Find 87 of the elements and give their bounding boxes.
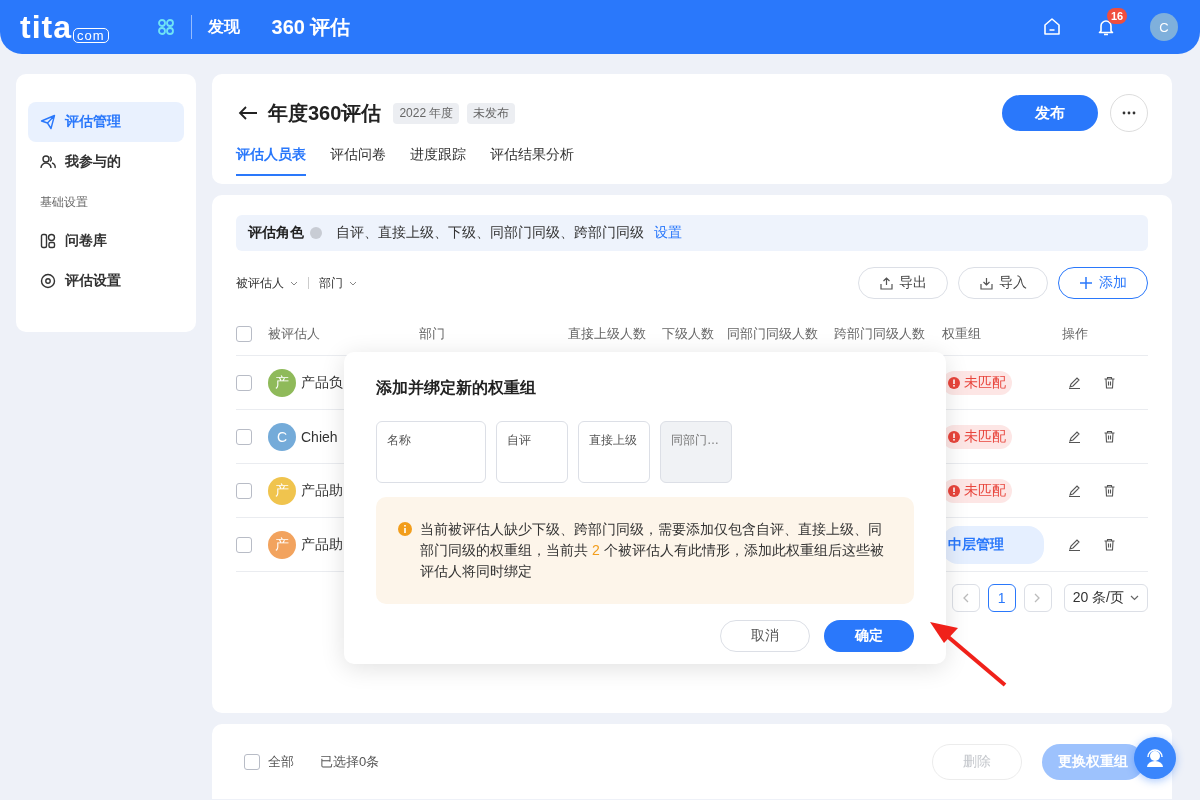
delete-icon[interactable] bbox=[1103, 484, 1116, 497]
checkbox[interactable] bbox=[236, 536, 252, 553]
column-header: 操作 bbox=[1062, 325, 1089, 343]
sidebar-group-label: 基础设置 bbox=[39, 194, 89, 211]
sidebar-item[interactable]: 评估设置 bbox=[28, 261, 184, 301]
table-cell: 产品负 bbox=[301, 373, 343, 392]
roles-label: 评估角色 bbox=[248, 224, 304, 242]
page-title: 年度360评估 bbox=[268, 100, 382, 126]
send-icon bbox=[40, 114, 56, 130]
input-field[interactable]: 自评 bbox=[496, 421, 568, 483]
notification-badge: 16 bbox=[1107, 8, 1128, 24]
logo[interactable]: tita com bbox=[20, 11, 109, 43]
people-icon bbox=[40, 154, 56, 170]
checkbox[interactable] bbox=[236, 374, 252, 391]
app-title: 360 评估 bbox=[271, 14, 351, 40]
add-button[interactable]: 添加 bbox=[1058, 267, 1148, 299]
filter-dropdown[interactable]: 被评估人 bbox=[236, 274, 298, 292]
checkbox[interactable] bbox=[236, 482, 252, 499]
filter-dropdown[interactable]: 部门 bbox=[319, 274, 357, 292]
table-cell: Chieh bbox=[301, 428, 338, 445]
warning-icon bbox=[948, 376, 960, 389]
column-header: 部门 bbox=[419, 325, 446, 343]
cancel-button[interactable]: 取消 bbox=[720, 620, 810, 652]
warning-icon bbox=[948, 430, 960, 443]
tab[interactable]: 进度跟踪 bbox=[410, 146, 466, 176]
tab[interactable]: 评估问卷 bbox=[330, 146, 386, 176]
headset-icon bbox=[1144, 747, 1166, 769]
publish-button[interactable]: 发布 bbox=[1002, 95, 1098, 131]
checkbox[interactable] bbox=[236, 326, 252, 342]
nav-link[interactable]: 发现 bbox=[207, 16, 240, 38]
warning-icon bbox=[948, 484, 960, 497]
layout-icon bbox=[40, 233, 56, 249]
input-field[interactable]: 直接上级 bbox=[578, 421, 650, 483]
edit-icon[interactable] bbox=[1068, 430, 1081, 443]
delete-icon[interactable] bbox=[1103, 538, 1116, 551]
info-icon bbox=[398, 522, 412, 536]
avatar: 产 bbox=[268, 476, 296, 505]
status-tag: 2022 年度 bbox=[393, 102, 460, 124]
back-arrow-icon[interactable] bbox=[238, 105, 258, 121]
upload-icon bbox=[879, 276, 893, 290]
chevron-right-icon bbox=[1034, 593, 1042, 603]
notice-text: 当前被评估人缺少下级、跨部门同级，需要添加仅包含自评、直接上级、同部门同级的权重组，当前共 2 个被评估人有此情形，添加此权重组后这些被评估人将同时绑定 bbox=[420, 520, 884, 581]
edit-icon[interactable] bbox=[1068, 484, 1081, 497]
chevron-left-icon bbox=[962, 593, 970, 603]
chevron-down-icon bbox=[290, 280, 298, 286]
checkbox[interactable] bbox=[236, 428, 252, 445]
confirm-button[interactable]: 确定 bbox=[824, 620, 914, 652]
page-button[interactable]: 1 bbox=[987, 584, 1016, 612]
edit-icon[interactable] bbox=[1068, 538, 1081, 551]
delete-icon[interactable] bbox=[1103, 430, 1116, 443]
sidebar-item[interactable]: 评估管理 bbox=[28, 102, 184, 142]
column-header: 下级人数 bbox=[662, 325, 715, 343]
page-size-dropdown[interactable]: 20 条/页 bbox=[1063, 584, 1148, 612]
chevron-down-icon bbox=[349, 280, 357, 286]
apps-icon[interactable] bbox=[156, 18, 175, 36]
more-icon bbox=[1122, 111, 1136, 115]
column-header: 同部门同级人数 bbox=[727, 325, 819, 343]
checkbox[interactable] bbox=[244, 753, 260, 770]
column-header: 被评估人 bbox=[268, 325, 321, 343]
input-field[interactable]: 名称 bbox=[376, 421, 486, 483]
table-cell: 产品助 bbox=[301, 535, 343, 554]
column-header: 跨部门同级人数 bbox=[834, 325, 926, 343]
plus-icon bbox=[1079, 276, 1093, 290]
selection-count: 已选择0条 bbox=[320, 752, 380, 771]
avatar: C bbox=[268, 422, 296, 451]
select-all-label: 全部 bbox=[268, 752, 294, 771]
table-cell: 产品助 bbox=[301, 481, 343, 500]
edit-icon[interactable] bbox=[1068, 376, 1081, 389]
avatar: 产 bbox=[268, 368, 296, 397]
home-icon[interactable] bbox=[1042, 17, 1062, 37]
avatar: 产 bbox=[268, 530, 296, 559]
column-header: 权重组 bbox=[942, 325, 982, 343]
tab[interactable]: 评估结果分析 bbox=[490, 146, 574, 176]
tab[interactable]: 评估人员表 bbox=[236, 146, 306, 176]
sidebar-item[interactable]: 问卷库 bbox=[28, 221, 184, 261]
column-header: 直接上级人数 bbox=[568, 325, 647, 343]
export-button[interactable]: 导出 bbox=[858, 267, 948, 299]
download-icon bbox=[979, 276, 993, 290]
import-button[interactable]: 导入 bbox=[958, 267, 1048, 299]
settings-icon bbox=[40, 273, 56, 289]
status-tag: 未发布 bbox=[467, 102, 516, 124]
chevron-down-icon bbox=[1130, 595, 1139, 601]
dialog-title: 添加并绑定新的权重组 bbox=[376, 378, 537, 398]
settings-link[interactable]: 设置 bbox=[654, 224, 682, 242]
delete-icon[interactable] bbox=[1103, 376, 1116, 389]
roles-value: 自评、直接上级、下级、同部门同级、跨部门同级 bbox=[336, 224, 644, 242]
sidebar-item[interactable]: 我参与的 bbox=[28, 142, 184, 182]
